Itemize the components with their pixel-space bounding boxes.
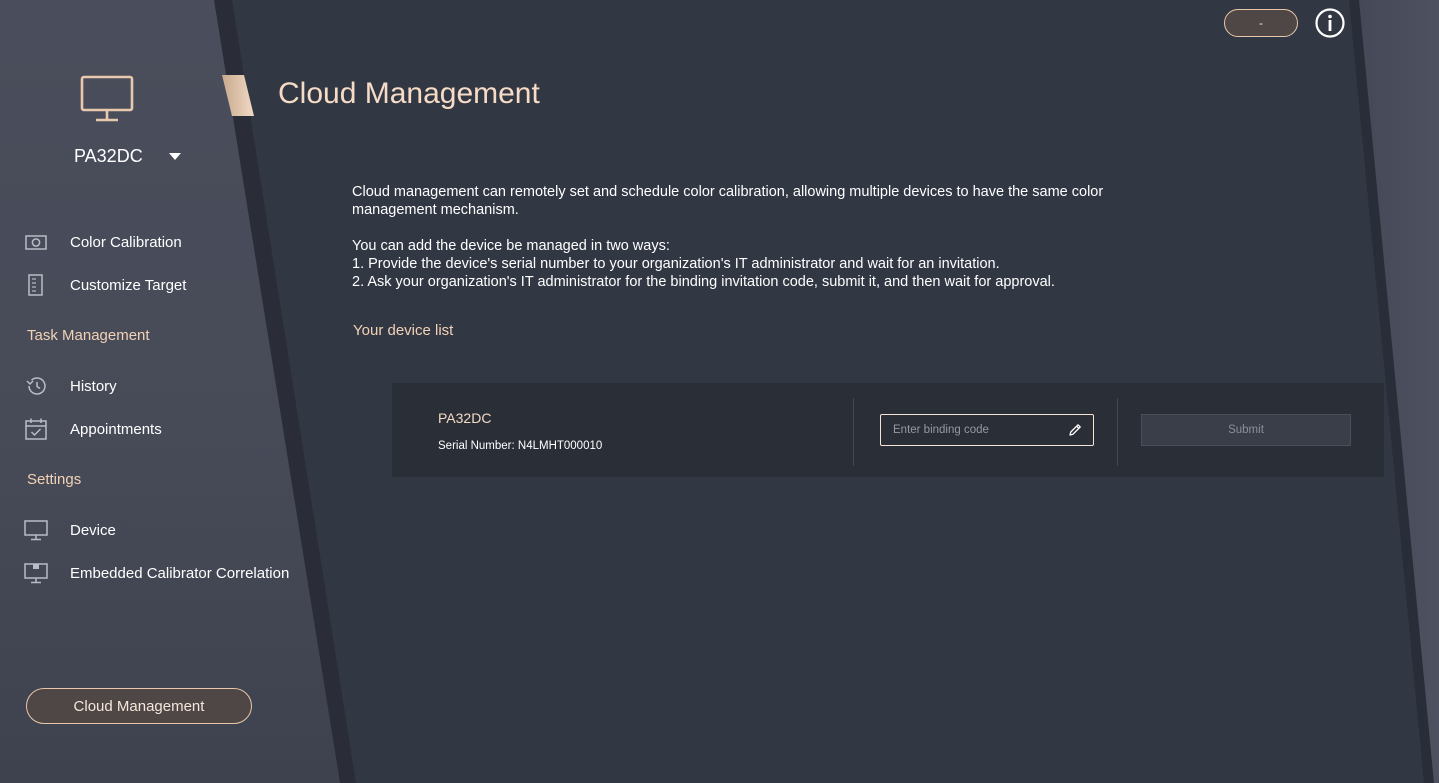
sidebar-item-history[interactable]: History xyxy=(24,375,117,397)
section-title-task-management: Task Management xyxy=(27,327,150,344)
submit-button[interactable]: Submit xyxy=(1141,414,1351,446)
header-pill-label: - xyxy=(1259,16,1263,30)
monitor-logo-icon xyxy=(80,75,134,122)
device-card-serial: Serial Number: N4LMHT000010 xyxy=(438,440,603,452)
device-selector-label: PA32DC xyxy=(74,146,143,166)
sidebar-item-label: Appointments xyxy=(70,420,162,438)
device-selector[interactable]: PA32DC xyxy=(74,146,181,167)
sidebar-item-color-calibration[interactable]: Color Calibration xyxy=(24,231,182,253)
description: Cloud management can remotely set and sc… xyxy=(352,183,1172,291)
header-pill-button[interactable]: - xyxy=(1224,9,1298,37)
divider xyxy=(1117,398,1118,466)
section-title-settings: Settings xyxy=(27,471,82,488)
calendar-icon xyxy=(25,418,47,440)
device-card: PA32DC Serial Number: N4LMHT000010 Enter… xyxy=(392,383,1384,477)
chevron-down-icon xyxy=(168,153,181,160)
sidebar-item-label: Embedded Calibrator Correlation xyxy=(70,564,290,582)
submit-button-label: Submit xyxy=(1228,424,1264,436)
sidebar-item-embedded-calibrator-correlation[interactable]: Embedded Calibrator Correlation xyxy=(24,562,289,584)
device-list-label: Your device list xyxy=(353,322,454,339)
sidebar-item-label: History xyxy=(70,377,117,395)
sidebar-item-appointments[interactable]: Appointments xyxy=(24,418,162,440)
sidebar-item-label: Customize Target xyxy=(70,276,187,294)
description-paragraph: Cloud management can remotely set and sc… xyxy=(352,184,1104,218)
device-card-name: PA32DC xyxy=(438,410,492,426)
description-step: 2. Ask your organization's IT administra… xyxy=(352,274,1055,290)
page-title: Cloud Management xyxy=(278,77,540,110)
info-icon[interactable] xyxy=(1314,7,1346,39)
sidebar-item-label: Color Calibration xyxy=(70,233,182,251)
sidebar-item-label: Device xyxy=(70,521,116,539)
document-icon xyxy=(28,274,43,296)
monitor-calibrator-icon xyxy=(24,563,48,584)
pencil-icon[interactable] xyxy=(1067,422,1083,438)
divider xyxy=(853,398,854,466)
binding-code-placeholder: Enter binding code xyxy=(893,424,989,436)
monitor-icon xyxy=(24,520,48,541)
history-icon xyxy=(26,377,46,395)
binding-code-input[interactable]: Enter binding code xyxy=(880,414,1094,446)
cloud-management-button-label: Cloud Management xyxy=(73,697,205,715)
sidebar-item-device[interactable]: Device xyxy=(24,519,116,541)
cloud-management-button[interactable]: Cloud Management xyxy=(26,688,252,724)
description-step: 1. Provide the device's serial number to… xyxy=(352,256,1000,272)
description-paragraph: You can add the device be managed in two… xyxy=(352,238,670,254)
camera-icon xyxy=(25,235,47,250)
sidebar-item-customize-target[interactable]: Customize Target xyxy=(24,274,186,296)
